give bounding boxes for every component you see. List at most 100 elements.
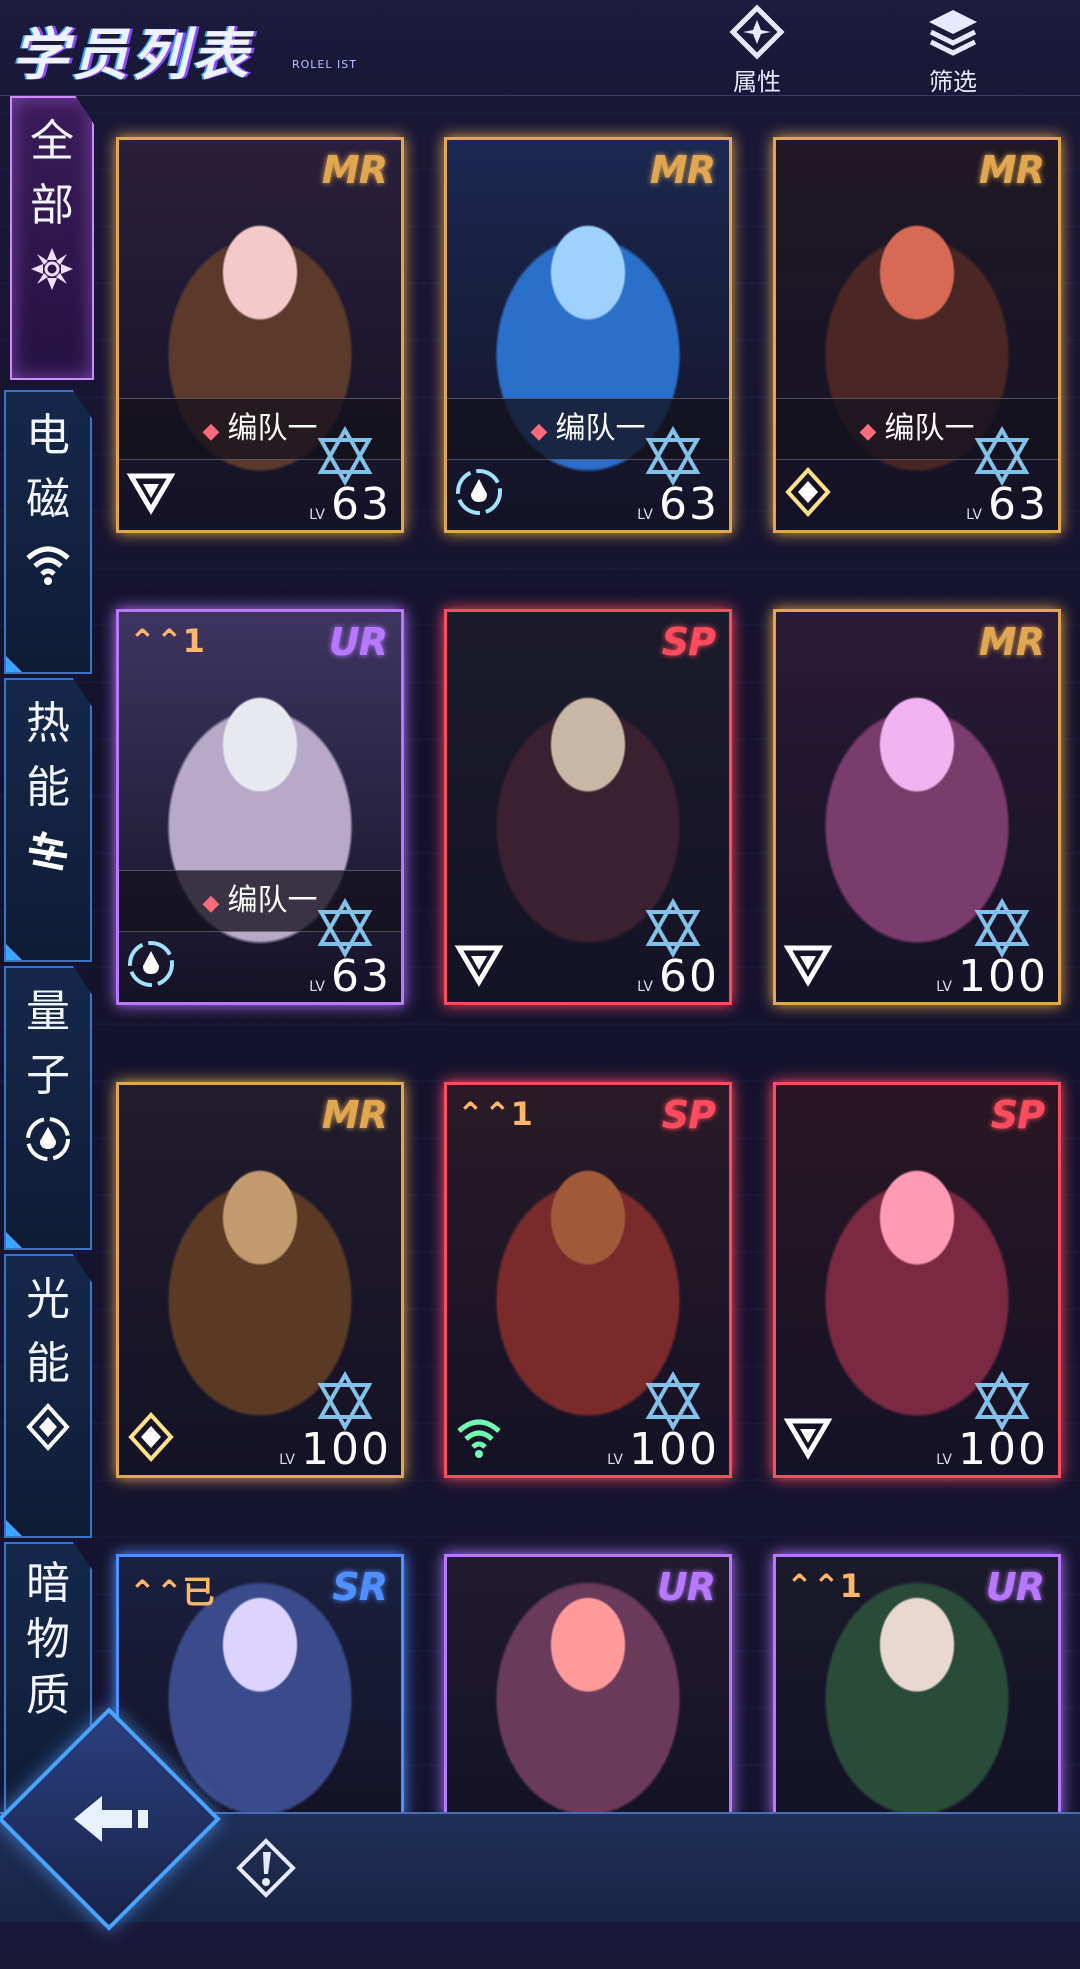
dark-triangle-icon [783, 945, 833, 987]
level-value: 63 [659, 479, 719, 530]
ascension-marker: ⌃⌃1 [129, 622, 205, 660]
light-diamond-icon [128, 1412, 174, 1462]
attributes-diamond-icon [729, 4, 785, 60]
ascension-marker: ⌃⌃已 [129, 1567, 215, 1613]
tab-dark-char-1: 暗 [26, 1558, 70, 1609]
level-display: LV 63 [637, 479, 719, 530]
dark-triangle-icon [454, 945, 504, 987]
level-value: 100 [958, 951, 1048, 1002]
level-label: LV [936, 979, 953, 995]
attributes-label: 属性 [733, 68, 781, 96]
tab-electromagnetic[interactable]: 电 磁 [4, 390, 92, 674]
student-card[interactable]: MR LV 100 [773, 609, 1061, 1005]
light-diamond-icon [26, 1403, 70, 1451]
level-label: LV [637, 507, 653, 523]
back-arrow-icon [74, 1796, 148, 1842]
layers-icon [929, 10, 977, 56]
rarity-badge: SP [990, 1093, 1045, 1137]
level-value: 63 [331, 951, 391, 1002]
hexagram-icon [645, 426, 701, 486]
student-card[interactable]: UR [444, 1554, 732, 1818]
tab-corner-marker [6, 1232, 22, 1248]
tab-quantum-char-2: 子 [26, 1050, 70, 1101]
dark-triangle-icon [126, 473, 176, 515]
rarity-badge: MR [321, 1093, 388, 1137]
level-value: 60 [659, 951, 719, 1002]
level-value: 100 [629, 1424, 719, 1475]
page-subtitle: ROLEL IST [292, 58, 357, 71]
level-display: LV 100 [279, 1424, 391, 1475]
level-label: LV [309, 507, 325, 523]
ascension-count: 1 [510, 1095, 533, 1133]
ascension-count: 1 [182, 622, 205, 660]
diamond-icon: ◆ [859, 419, 877, 444]
level-display: LV 100 [936, 1424, 1048, 1475]
student-card[interactable]: SP LV 60 [444, 609, 732, 1005]
team-label: 编队一 [227, 883, 318, 918]
level-value: 63 [331, 479, 391, 530]
dark-triangle-icon [783, 1418, 833, 1460]
level-display: LV 100 [607, 1424, 719, 1475]
tab-light-char-1: 光 [26, 1274, 70, 1325]
filter-button[interactable]: 筛选 [903, 4, 1003, 96]
tab-thermal-char-2: 能 [26, 762, 70, 813]
level-label: LV [966, 507, 982, 523]
ascend-chevron-icon: ⌃⌃ [786, 1567, 840, 1605]
tab-light[interactable]: 光 能 [4, 1254, 92, 1538]
student-card[interactable]: MR ◆ 编队一 LV 63 [444, 137, 732, 533]
attributes-button[interactable]: 属性 [707, 4, 807, 96]
hexagram-icon [645, 1371, 701, 1431]
tab-corner-marker [6, 1520, 22, 1536]
level-value: 100 [958, 1424, 1048, 1475]
hexagram-icon [317, 426, 373, 486]
light-diamond-icon [785, 467, 831, 517]
tab-all-char-2: 部 [30, 180, 74, 231]
hexagram-icon [317, 1371, 373, 1431]
level-label: LV [607, 1452, 624, 1468]
student-card[interactable]: UR ⌃⌃1 [773, 1554, 1061, 1818]
tab-quantum[interactable]: 量 子 [4, 966, 92, 1250]
tab-thermal[interactable]: 热 能 [4, 678, 92, 962]
student-card[interactable]: SP ⌃⌃1 LV 100 [444, 1082, 732, 1478]
wifi-icon [26, 546, 70, 585]
header: 学员列表 ROLEL IST 属性 筛选 [0, 0, 1080, 96]
level-label: LV [279, 1452, 296, 1468]
tab-all[interactable]: 全 部 [10, 96, 94, 380]
ascend-chevron-icon: ⌃⌃ [457, 1095, 511, 1133]
rarity-badge: MR [649, 148, 716, 192]
rarity-badge: MR [978, 620, 1045, 664]
hexagram-icon [974, 898, 1030, 958]
tab-dark-char-3: 质 [26, 1670, 70, 1721]
ascend-chevron-icon: ⌃⌃ [129, 1573, 183, 1611]
rarity-badge: UR [328, 620, 388, 664]
tab-quantum-char-1: 量 [26, 986, 70, 1037]
level-label: LV [309, 979, 325, 995]
student-card[interactable]: MR ◆ 编队一 LV 63 [116, 137, 404, 533]
ascension-count: 已 [182, 1573, 215, 1611]
info-exclamation-icon[interactable] [236, 1838, 296, 1898]
wifi-icon [457, 1419, 501, 1458]
rarity-badge: UR [985, 1565, 1045, 1609]
diamond-icon: ◆ [530, 419, 548, 444]
student-card[interactable]: MR ◆ 编队一 LV 63 [773, 137, 1061, 533]
student-card[interactable]: SP LV 100 [773, 1082, 1061, 1478]
hexagram-icon [645, 898, 701, 958]
tab-em-char-1: 电 [26, 410, 70, 461]
team-label: 编队一 [555, 411, 646, 446]
quantum-drop-icon [128, 941, 174, 987]
level-display: LV 63 [966, 479, 1048, 530]
tab-light-char-2: 能 [26, 1338, 70, 1389]
tab-dark-char-2: 物 [26, 1614, 70, 1665]
student-card[interactable]: MR LV 100 [116, 1082, 404, 1478]
tab-corner-marker [6, 944, 22, 960]
student-card[interactable]: UR ⌃⌃1 ◆ 编队一 LV 63 [116, 609, 404, 1005]
rarity-badge: MR [321, 148, 388, 192]
tab-all-char-1: 全 [30, 116, 74, 167]
heat-waves-icon [28, 831, 68, 871]
level-display: LV 63 [309, 951, 391, 1002]
team-label: 编队一 [884, 411, 975, 446]
ascension-marker: ⌃⌃1 [457, 1095, 533, 1133]
ascend-chevron-icon: ⌃⌃ [129, 622, 183, 660]
level-display: LV 63 [309, 479, 391, 530]
tab-em-char-2: 磁 [26, 474, 70, 525]
